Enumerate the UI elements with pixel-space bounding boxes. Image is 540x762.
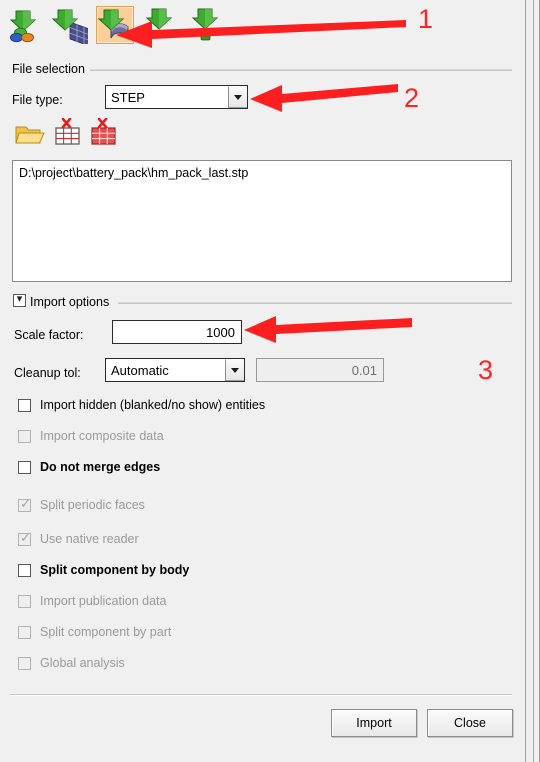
checkbox-label: Use native reader (40, 532, 139, 546)
checkbox-box (18, 594, 31, 608)
annotation-label-1: 1 (418, 4, 434, 34)
chevron-down-icon (234, 94, 242, 100)
import-options-group-checkbox[interactable]: ▾ (13, 292, 26, 307)
checkbox-box: ✓ (18, 530, 31, 546)
checkbox-do-not-merge-edges[interactable]: Do not merge edges (18, 459, 160, 475)
checkbox-box (18, 625, 31, 639)
cleanup-tol-value: Automatic (111, 362, 169, 378)
cleanup-tol-combo[interactable]: Automatic (105, 358, 245, 382)
checkbox-label: Do not merge edges (40, 460, 161, 474)
file-type-combo[interactable]: STEP (105, 85, 248, 109)
footer-separator (10, 694, 512, 696)
remove-all-files-button[interactable] (88, 117, 120, 150)
checkbox-label: Split periodic faces (40, 498, 145, 512)
scale-factor-value: 1000 (206, 324, 235, 340)
browse-files-button[interactable] (14, 120, 48, 148)
open-folder-icon (15, 126, 45, 144)
cleanup-tol-number: 0.01 (351, 362, 377, 378)
checkbox-box (18, 429, 31, 443)
scale-factor-field[interactable]: 1000 (112, 320, 242, 344)
import-geometry-icon (4, 6, 42, 44)
cleanup-tol-value-field: 0.01 (256, 358, 384, 382)
toolbar-import-connectors-button[interactable] (142, 6, 180, 44)
file-selection-group-rule (90, 69, 512, 71)
checkbox-box[interactable] (18, 398, 31, 412)
checkbox-box[interactable] (18, 563, 31, 577)
toolbar-import-other-button[interactable] (188, 6, 226, 44)
chevron-collapse-icon: ▾ (16, 292, 23, 305)
selected-files-list[interactable]: D:\project\battery_pack\hm_pack_last.stp (12, 160, 512, 282)
checkbox-label: Import publication data (40, 594, 167, 608)
annotation-arrow-3 (244, 316, 412, 343)
checkbox-label: Import composite data (40, 429, 164, 443)
remove-selected-file-button[interactable] (52, 117, 84, 150)
checkbox-label: Import hidden (blanked/no show) entities (40, 398, 266, 412)
import-solver-deck-icon (97, 7, 135, 45)
checkbox-split-component-by-body[interactable]: Split component by body (18, 562, 189, 578)
import-other-icon (188, 6, 226, 44)
file-selection-group-title: File selection (12, 62, 89, 76)
toolbar-import-geometry-button[interactable] (4, 6, 42, 44)
file-type-value: STEP (111, 89, 145, 105)
annotation-label-3: 3 (478, 355, 494, 385)
cleanup-tol-dropdown-button[interactable] (225, 359, 244, 381)
clear-table-icon (55, 117, 80, 145)
import-dialog-panel: File selection File type: STEP D:\projec… (0, 0, 525, 762)
close-button[interactable]: Close (427, 709, 513, 737)
check-mark-icon: ✓ (20, 496, 31, 512)
toolbar-import-solver-deck-button[interactable] (96, 6, 134, 44)
import-options-group-title: Import options (30, 295, 114, 309)
annotation-arrow-2 (250, 84, 398, 112)
clear-all-table-icon (91, 117, 116, 145)
checkbox-split-component-by-part: Split component by part (18, 624, 171, 640)
checkbox-global-analysis: Global analysis (18, 655, 125, 671)
window-scroll-gutter[interactable] (533, 0, 540, 762)
import-toolbar (4, 2, 384, 48)
checkbox-label: Split component by part (40, 625, 172, 639)
checkbox-split-periodic-faces: ✓ Split periodic faces (18, 497, 145, 513)
import-connectors-icon (142, 6, 180, 44)
checkbox-label: Split component by body (40, 563, 190, 577)
file-type-dropdown-button[interactable] (228, 86, 247, 108)
scale-factor-label: Scale factor: (14, 328, 84, 342)
check-mark-icon: ✓ (20, 530, 31, 546)
file-actions-toolbar (14, 117, 144, 150)
checkbox-import-composite-data: Import composite data (18, 428, 164, 444)
checkbox-label: Global analysis (40, 656, 125, 670)
checkbox-import-publication-data: Import publication data (18, 593, 166, 609)
import-options-group-rule (118, 302, 512, 304)
chevron-down-icon (231, 367, 239, 373)
checkbox-import-hidden-entities[interactable]: Import hidden (blanked/no show) entities (18, 397, 265, 413)
import-mesh-icon (50, 6, 92, 48)
checkbox-use-native-reader: ✓ Use native reader (18, 531, 139, 547)
list-item[interactable]: D:\project\battery_pack\hm_pack_last.stp (19, 166, 505, 180)
checkbox-box: ✓ (18, 496, 31, 512)
annotation-label-2: 2 (404, 83, 420, 113)
cleanup-tol-label: Cleanup tol: (14, 366, 81, 380)
checkbox-box[interactable] (18, 460, 31, 474)
file-type-label: File type: (12, 93, 63, 107)
import-button[interactable]: Import (331, 709, 417, 737)
checkbox-box (18, 656, 31, 670)
toolbar-import-mesh-button[interactable] (50, 6, 92, 48)
